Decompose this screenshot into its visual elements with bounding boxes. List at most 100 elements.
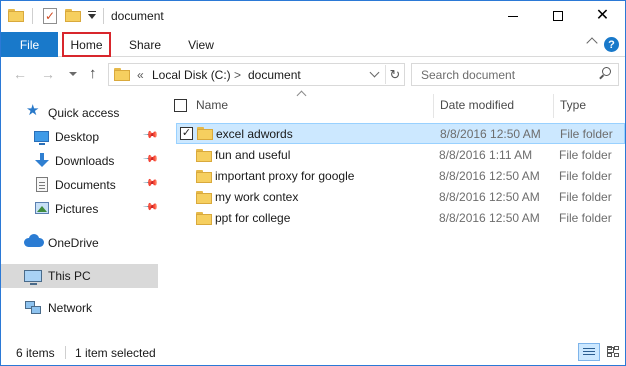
file-type: File folder [560,127,613,141]
pictures-icon [35,202,49,214]
toolbar-divider [32,8,33,24]
file-name: my work contex [215,190,299,204]
refresh-icon[interactable]: ↻ [385,65,404,84]
details-view-icon[interactable] [578,343,600,361]
selection-count: 1 item selected [75,346,156,360]
column-divider[interactable] [553,94,554,118]
sidebar-item-desktop[interactable]: Desktop 📌 [1,125,159,149]
cloud-icon [24,234,44,247]
sidebar-item-onedrive[interactable]: OneDrive [1,231,158,255]
sidebar-item-network[interactable]: Network [1,296,158,320]
sidebar-item-this-pc[interactable]: This PC [1,264,158,288]
download-arrow-icon [35,153,51,167]
file-date: 8/8/2016 12:50 AM [439,190,540,204]
sidebar-item-label: Downloads [55,154,115,168]
sidebar-item-label: Pictures [55,202,99,216]
properties-icon[interactable]: ✓ [43,8,57,24]
table-row[interactable]: fun and useful 8/8/2016 1:11 AM File fol… [176,145,625,166]
desktop-icon [34,131,49,145]
pin-icon[interactable]: 📌 [142,175,159,192]
file-name: excel adwords [216,127,293,141]
sidebar-item-label: This PC [48,269,91,283]
address-bar[interactable]: « Local Disk (C:) > document ↻ [108,63,405,86]
breadcrumb-overflow[interactable]: « [137,68,144,82]
folder-icon [196,191,212,204]
sidebar-item-label: Desktop [55,130,100,144]
file-type: File folder [559,190,612,204]
table-row[interactable]: important proxy for google 8/8/2016 12:5… [176,166,625,187]
item-count: 6 items [16,346,55,360]
sidebar-item-quick-access[interactable]: ★ Quick access [1,101,158,125]
table-row[interactable]: ✓ excel adwords 8/8/2016 12:50 AM File f… [176,123,625,144]
minimize-button[interactable] [490,1,535,31]
maximize-button[interactable] [535,1,580,31]
maximize-icon [552,11,563,21]
folder-icon [196,149,212,162]
up-arrow-icon[interactable]: ↑ [89,66,97,82]
network-icon [25,301,41,315]
sidebar-item-label: Quick access [48,106,120,120]
customize-toolbar-dropdown-icon[interactable] [87,9,97,21]
folder-icon [114,68,130,81]
window-title: document [111,9,164,23]
column-header-date[interactable]: Date modified [440,98,514,112]
sidebar-item-pictures[interactable]: Pictures 📌 [1,197,159,221]
ribbon-tabs: File Home Share View ? [1,32,625,57]
sidebar-item-label: OneDrive [48,236,99,250]
file-date: 8/8/2016 12:50 AM [440,127,541,141]
sidebar-item-downloads[interactable]: Downloads 📌 [1,149,159,173]
recent-locations-dropdown-icon[interactable] [69,72,77,76]
search-box [411,63,619,86]
select-all-checkbox[interactable] [174,99,187,112]
file-name: fun and useful [215,148,291,162]
search-input[interactable] [412,64,592,85]
column-header-name[interactable]: Name [196,98,228,112]
sidebar-item-label: Documents [55,178,116,192]
folder-icon [8,9,24,22]
file-date: 8/8/2016 12:50 AM [439,211,540,225]
status-bar: 6 items 1 item selected [1,338,625,365]
forward-arrow-icon[interactable]: → [41,66,55,82]
tab-view[interactable]: View [179,32,223,57]
expand-ribbon-chevron-icon[interactable] [586,37,598,49]
file-name: important proxy for google [215,169,355,183]
file-type: File folder [559,148,612,162]
help-button[interactable]: ? [604,37,619,52]
breadcrumb-local-disk[interactable]: Local Disk (C:) [152,68,231,82]
large-icons-view-icon[interactable] [604,343,622,361]
table-row[interactable]: my work contex 8/8/2016 12:50 AM File fo… [176,187,625,208]
folder-icon [196,170,212,183]
folder-icon [197,127,213,140]
sort-ascending-icon [296,90,307,101]
toolbar-divider [103,8,104,24]
new-folder-icon[interactable] [65,9,81,22]
file-date: 8/8/2016 1:11 AM [439,148,533,162]
sidebar-item-documents[interactable]: Documents 📌 [1,173,159,197]
address-history-chevron-icon[interactable] [369,67,380,78]
file-list: Name Date modified Type ✓ excel adwords … [163,90,625,338]
computer-icon [24,270,42,285]
pin-icon[interactable]: 📌 [142,151,159,168]
pin-icon[interactable]: 📌 [142,199,159,216]
tab-home[interactable]: Home [62,32,111,57]
breadcrumb-document[interactable]: document [248,68,301,82]
back-arrow-icon[interactable]: ← [13,66,27,82]
search-icon[interactable] [598,67,612,81]
minimize-icon [507,15,518,17]
column-header-type[interactable]: Type [560,98,586,112]
folder-icon [196,212,212,225]
column-divider[interactable] [433,94,434,118]
breadcrumb-separator[interactable]: > [234,68,241,82]
pin-icon[interactable]: 📌 [142,127,159,144]
navigation-pane: ★ Quick access Desktop 📌 Downloads 📌 Doc… [1,92,159,338]
row-checkbox[interactable]: ✓ [180,127,193,140]
file-name: ppt for college [215,211,291,225]
title-bar: ✓ document ✕ [1,1,625,32]
tab-file[interactable]: File [1,32,58,57]
tab-share[interactable]: Share [121,32,169,57]
status-divider [65,346,66,359]
close-button[interactable]: ✕ [580,1,625,31]
file-date: 8/8/2016 12:50 AM [439,169,540,183]
table-row[interactable]: ppt for college 8/8/2016 12:50 AM File f… [176,208,625,229]
file-type: File folder [559,211,612,225]
